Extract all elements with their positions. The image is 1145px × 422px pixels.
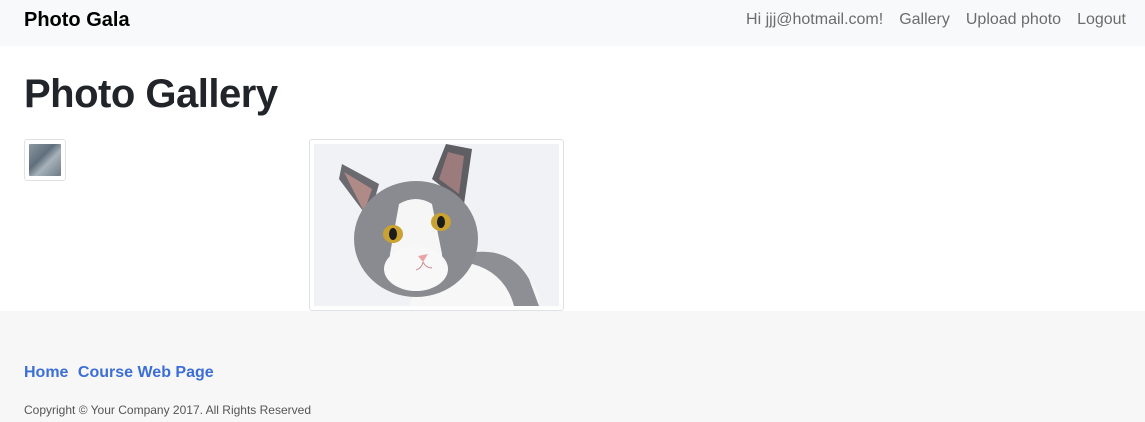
cat-image	[314, 144, 559, 306]
brand-link[interactable]: Photo Gala	[24, 8, 130, 32]
user-greeting: Hi jjj@hotmail.com!	[746, 11, 884, 28]
footer-course-web-page-link[interactable]: Course Web Page	[78, 364, 214, 381]
cat-photo	[314, 144, 559, 306]
nav-links: Hi jjj@hotmail.com! Gallery Upload photo…	[746, 10, 1126, 30]
footer-home-link[interactable]: Home	[24, 364, 68, 381]
thumbnail-image	[29, 144, 61, 176]
copyright-text: Copyright © Your Company 2017. All Right…	[24, 403, 311, 417]
photo-thumbnail[interactable]	[24, 139, 66, 181]
top-navbar: Photo Gala Hi jjj@hotmail.com! Gallery U…	[0, 0, 1145, 46]
nav-logout-link[interactable]: Logout	[1077, 10, 1126, 30]
footer-links: Home Course Web Page	[24, 363, 219, 383]
nav-gallery-link[interactable]: Gallery	[899, 10, 950, 30]
page-footer: Home Course Web Page Copyright © Your Co…	[0, 311, 1145, 422]
nav-upload-photo-link[interactable]: Upload photo	[966, 10, 1061, 30]
photo-card[interactable]	[309, 139, 564, 311]
page-title: Photo Gallery	[24, 72, 278, 116]
